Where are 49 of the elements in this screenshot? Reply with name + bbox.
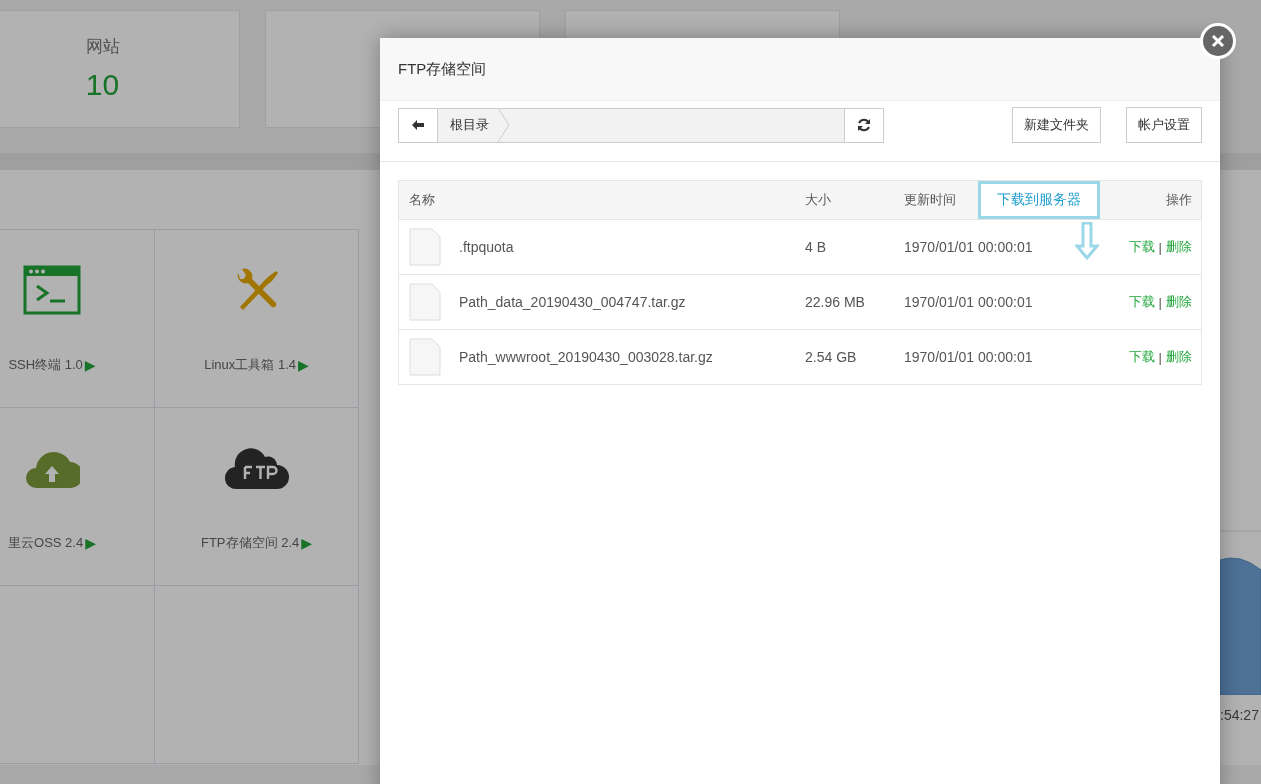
stat-value: 10 (85, 68, 120, 102)
play-marker: ▶ (85, 535, 96, 551)
separator: | (1158, 349, 1162, 365)
delete-link[interactable]: 删除 (1166, 293, 1192, 311)
toolbar-button[interactable]: 新建文件夹 (1012, 107, 1101, 143)
download-link[interactable]: 下载 (1128, 348, 1155, 366)
plugin-name: Linux工具箱 1.4 (204, 356, 296, 374)
delete-link[interactable]: 删除 (1166, 348, 1192, 366)
file-name[interactable]: .ftpquota (459, 239, 514, 255)
plugin-name: FTP存储空间 2.4 (201, 534, 300, 552)
toolbar-button[interactable]: 帐户设置 (1126, 107, 1202, 143)
down-arrow-icon (1075, 222, 1099, 260)
highlighted-column-header: 下载到服务器 (978, 181, 1100, 219)
file-time: 1970/01/01 00:00:01 (904, 349, 1033, 365)
plugin-name: 里云OSS 2.4 (8, 534, 84, 552)
play-marker: ▶ (298, 357, 309, 373)
plugin-tile[interactable]: Linux工具箱 1.4▶ (155, 229, 359, 408)
refresh-icon (857, 118, 871, 132)
column-header: 名称 (408, 191, 436, 209)
column-header: 更新时间 (904, 191, 957, 209)
file-size: 22.96 MB (805, 294, 865, 310)
left-arrow-icon (411, 119, 425, 131)
terminal-icon (23, 264, 81, 316)
file-size: 4 B (805, 239, 826, 255)
separator: | (1158, 239, 1162, 255)
delete-link[interactable]: 删除 (1166, 238, 1192, 256)
stat-label: 网站 (85, 36, 120, 58)
play-marker: ▶ (84, 357, 96, 373)
file-name[interactable]: Path_wwwroot_20190430_003028.tar.gz (459, 349, 713, 365)
column-header: 操作 (1165, 191, 1193, 209)
file-icon (409, 283, 441, 321)
file-time: 1970/01/01 00:00:01 (904, 239, 1033, 255)
play-marker: ▶ (301, 535, 312, 551)
file-time: 1970/01/01 00:00:01 (904, 294, 1033, 310)
close-button[interactable] (1200, 23, 1236, 59)
file-icon (409, 338, 441, 376)
axis-label: :54:27 (1220, 707, 1259, 723)
modal-title: FTP存储空间 (398, 59, 487, 79)
file-icon (409, 228, 441, 266)
plugin-tile[interactable]: SSH终端 1.0▶ (0, 229, 155, 408)
download-link[interactable]: 下载 (1128, 293, 1155, 311)
column-header: 大小 (805, 191, 832, 209)
separator: | (1158, 294, 1162, 310)
file-size: 2.54 GB (805, 349, 857, 365)
plugin-name: SSH终端 1.0 (8, 356, 83, 374)
file-name[interactable]: Path_data_20190430_004747.tar.gz (459, 294, 686, 310)
close-icon (1210, 33, 1226, 49)
download-link[interactable]: 下载 (1128, 238, 1155, 256)
breadcrumb-link[interactable]: 根目录 (438, 108, 511, 142)
